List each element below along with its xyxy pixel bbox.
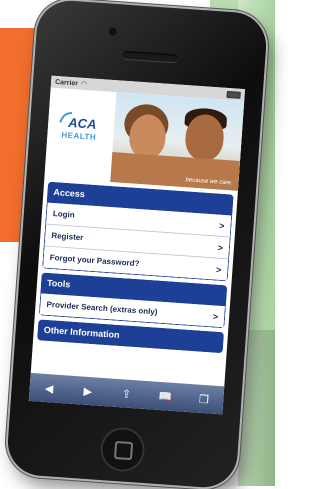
list-item-label: Forgot your Password?	[49, 252, 140, 269]
chevron-right-icon: >	[212, 310, 219, 322]
section-access: Access Login > Register > Forgot your Pa…	[42, 181, 234, 282]
aca-health-logo[interactable]: ACA HEALTH	[56, 110, 107, 157]
share-icon[interactable]: ⇪	[115, 386, 138, 401]
phone-screen: Carrier ◠ ACA HEALTH because we care. Ac…	[28, 75, 246, 415]
browser-toolbar: ◀ ▶ ⇪ 📖 ❐	[28, 372, 225, 415]
phone-device: Carrier ◠ ACA HEALTH because we care. Ac…	[5, 0, 269, 489]
battery-icon	[226, 90, 241, 99]
bookmarks-icon[interactable]: 📖	[154, 389, 177, 404]
chevron-right-icon: >	[217, 242, 224, 253]
camera-icon	[108, 27, 118, 37]
banner-photo: because we care.	[110, 92, 245, 191]
list-item-label: Provider Search (extras only)	[46, 299, 158, 317]
chevron-right-icon: >	[218, 220, 225, 231]
tabs-icon[interactable]: ❐	[192, 392, 215, 407]
home-square-icon	[113, 440, 134, 461]
forward-arrow-icon[interactable]: ▶	[76, 384, 99, 399]
status-carrier: Carrier	[54, 78, 79, 87]
home-button[interactable]	[99, 426, 147, 473]
wifi-icon: ◠	[80, 80, 88, 89]
header-banner: ACA HEALTH because we care.	[44, 87, 245, 191]
logo-text-aca: ACA	[67, 114, 97, 132]
section-tools: Tools Provider Search (extras only) >	[38, 272, 228, 329]
section-list: Login > Register > Forgot your Password?…	[42, 202, 233, 282]
list-item-label: Login	[52, 209, 75, 220]
list-item-label: Register	[51, 231, 84, 243]
speaker-grille	[122, 50, 178, 63]
chevron-right-icon: >	[215, 264, 222, 275]
back-arrow-icon[interactable]: ◀	[38, 381, 61, 396]
logo-text-health: HEALTH	[61, 130, 97, 142]
